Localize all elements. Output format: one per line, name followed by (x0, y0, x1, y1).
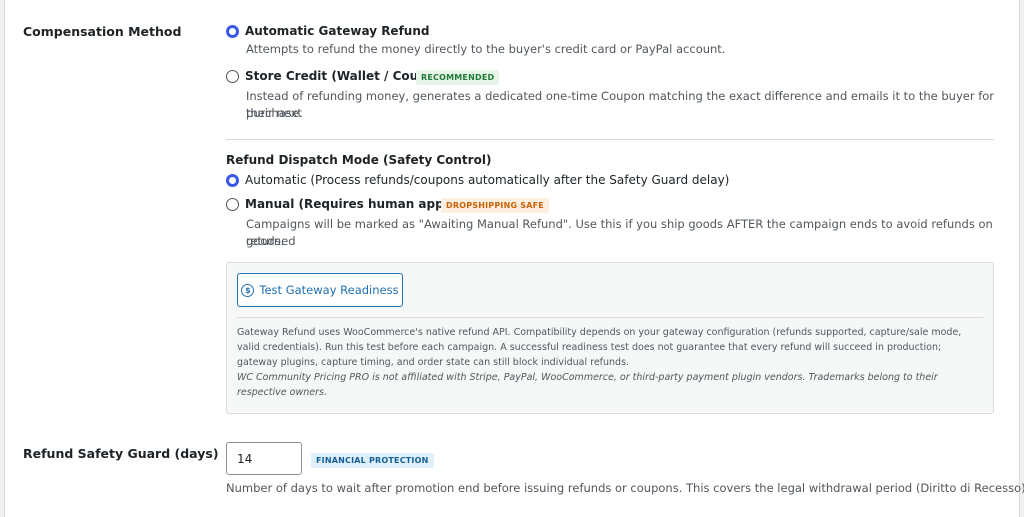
financial-protection-badge: FINANCIAL PROTECTION (311, 453, 434, 468)
dispatch-manual-description-line1: Campaigns will be marked as "Awaiting Ma… (246, 217, 993, 248)
test-gateway-readiness-button[interactable]: $ Test Gateway Readiness (237, 273, 403, 307)
refund-safety-guard-label: Refund Safety Guard (days) (23, 446, 219, 461)
dispatch-manual-description-line2: goods. (246, 234, 285, 248)
automatic-gateway-refund-description: Attempts to refund the money directly to… (246, 42, 726, 56)
compensation-method-label: Compensation Method (23, 24, 182, 39)
safety-guard-help-text: Number of days to wait after promotion e… (226, 481, 1024, 495)
safety-guard-days-input[interactable] (226, 442, 302, 475)
settings-panel: Compensation Method Automatic Gateway Re… (4, 0, 1024, 517)
test-gateway-readiness-label: Test Gateway Readiness (259, 283, 399, 297)
radio-automatic-gateway-refund[interactable] (226, 25, 239, 38)
recommended-badge: RECOMMENDED (416, 70, 500, 85)
dispatch-mode-title: Refund Dispatch Mode (Safety Control) (226, 153, 492, 167)
radio-store-credit[interactable] (226, 70, 239, 83)
dropshipping-safe-badge: DROPSHIPPING SAFE (441, 198, 549, 213)
gateway-compatibility-notice: Gateway Refund uses WooCommerce's native… (237, 327, 962, 368)
gateway-box-divider (237, 317, 983, 318)
trademark-disclaimer: WC Community Pricing PRO is not affiliat… (237, 372, 938, 398)
radio-dispatch-automatic[interactable] (226, 174, 239, 187)
dispatch-automatic-label[interactable]: Automatic (Process refunds/coupons autom… (245, 173, 729, 187)
store-credit-description-line1: Instead of refunding money, generates a … (246, 89, 995, 120)
store-credit-description-line2: purchase. (246, 106, 303, 120)
radio-dispatch-manual[interactable] (226, 198, 239, 211)
section-divider (226, 139, 994, 140)
automatic-gateway-refund-label[interactable]: Automatic Gateway Refund (245, 24, 429, 38)
gateway-notice: Gateway Refund uses WooCommerce's native… (237, 325, 983, 400)
dollar-circle-icon: $ (241, 283, 255, 297)
